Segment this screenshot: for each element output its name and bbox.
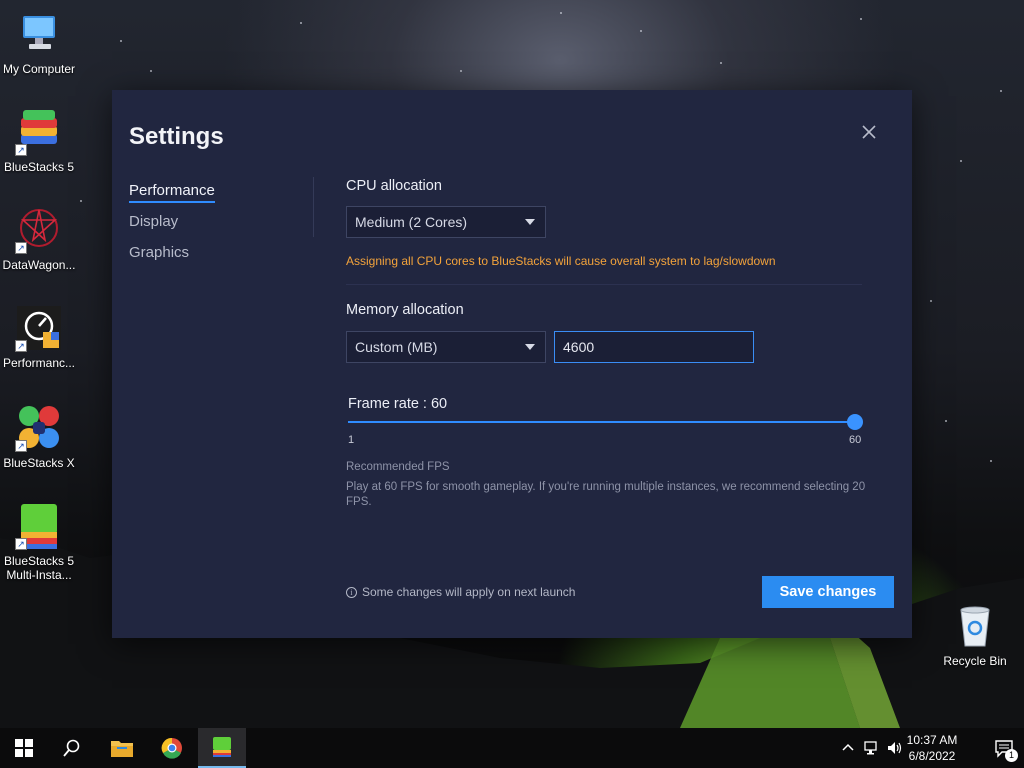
save-changes-button[interactable]: Save changes (762, 576, 894, 608)
taskbar-bluestacks-multi-instance[interactable] (198, 728, 246, 768)
recommended-fps-title: Recommended FPS (346, 461, 450, 473)
folder-icon (111, 741, 133, 757)
computer-icon (15, 10, 63, 58)
desktop-icon-bluestacks-5[interactable]: ↗ BlueStacks 5 (0, 108, 78, 174)
memory-custom-input[interactable] (554, 331, 754, 363)
frame-rate-slider-track[interactable] (348, 421, 856, 423)
desktop-icon-bluestacks-multi-instance[interactable]: ↗ BlueStacks 5 Multi-Insta... (0, 502, 78, 582)
clock-date: 6/8/2022 (908, 749, 956, 763)
recommended-fps-description: Play at 60 FPS for smooth gameplay. If y… (346, 481, 866, 508)
memory-allocation-label: Memory allocation (346, 302, 464, 318)
desktop-icon-label: DataWagon... (2, 258, 76, 272)
nav-item-performance[interactable]: Performance (129, 182, 215, 213)
memory-selected-value: Custom (MB) (355, 339, 438, 355)
nav-item-label: Graphics (129, 244, 190, 261)
nav-item-graphics[interactable]: Graphics (129, 244, 215, 275)
multi-instance-icon: ↗ (15, 502, 63, 550)
performance-icon: ↗ (15, 304, 63, 352)
desktop-icon-label: BlueStacks 5 Multi-Insta... (3, 554, 75, 582)
desktop-icon-label: BlueStacks 5 (3, 160, 75, 174)
chevron-down-icon (525, 344, 535, 350)
settings-nav: Performance Display Graphics (129, 182, 215, 275)
nav-item-label: Performance (129, 182, 215, 203)
frame-rate-slider-thumb[interactable] (847, 414, 863, 430)
memory-allocation-select[interactable]: Custom (MB) (346, 331, 546, 363)
notification-count-badge: 1 (1005, 749, 1018, 762)
desktop-icon-performance[interactable]: ↗ Performanc... (0, 304, 78, 370)
multi-instance-icon (213, 737, 231, 757)
cpu-allocation-select[interactable]: Medium (2 Cores) (346, 206, 546, 238)
taskbar-clock[interactable]: 10:37 AM 6/8/2022 (902, 732, 962, 764)
frame-rate-label: Frame rate : 60 (348, 396, 448, 412)
desktop-icon-datawagon[interactable]: ↗ DataWagon... (0, 206, 78, 272)
nav-item-display[interactable]: Display (129, 213, 215, 244)
search-icon (63, 739, 80, 757)
shortcut-arrow-icon: ↗ (15, 440, 27, 452)
desktop-icon-label: BlueStacks X (3, 456, 75, 470)
frame-rate-max-label: 60 (849, 434, 862, 446)
notifications-icon[interactable]: 1 (994, 738, 1018, 762)
shortcut-arrow-icon: ↗ (15, 144, 27, 156)
nav-divider (313, 177, 314, 237)
taskbar-chrome[interactable] (148, 728, 196, 768)
desktop-icon-bluestacks-x[interactable]: ↗ BlueStacks X (0, 404, 78, 470)
taskbar-file-explorer[interactable] (98, 728, 146, 768)
desktop-icon-label: My Computer (2, 62, 76, 76)
network-icon[interactable] (864, 740, 880, 756)
desktop-icon-recycle-bin[interactable]: Recycle Bin (936, 602, 1014, 668)
windows-icon (15, 739, 33, 757)
restart-note-text: Some changes will apply on next launch (362, 585, 576, 599)
cpu-selected-value: Medium (2 Cores) (355, 214, 468, 230)
shortcut-arrow-icon: ↗ (15, 242, 27, 254)
desktop-icon-label: Performanc... (2, 356, 76, 370)
taskbar: 10:37 AM 6/8/2022 1 (0, 728, 1024, 768)
datawagon-icon: ↗ (15, 206, 63, 254)
bluestacks-icon: ↗ (15, 108, 63, 156)
system-tray: 10:37 AM 6/8/2022 1 (824, 728, 1024, 768)
recycle-bin-icon (951, 602, 999, 650)
restart-note: i Some changes will apply on next launch (346, 585, 575, 599)
search-button[interactable] (48, 728, 96, 768)
start-button[interactable] (0, 728, 48, 768)
desktop-icon-label: Recycle Bin (943, 654, 1007, 668)
dialog-title: Settings (129, 123, 224, 150)
shortcut-arrow-icon: ↗ (15, 538, 27, 550)
chrome-icon (161, 737, 182, 759)
close-icon[interactable] (860, 123, 878, 141)
cpu-allocation-label: CPU allocation (346, 178, 442, 194)
section-divider (346, 284, 862, 285)
desktop-icon-my-computer[interactable]: My Computer (0, 10, 78, 76)
clock-time: 10:37 AM (906, 733, 958, 747)
chevron-up-icon[interactable] (840, 740, 856, 756)
bluestacks-x-icon: ↗ (15, 404, 63, 452)
nav-item-label: Display (129, 213, 179, 230)
shortcut-arrow-icon: ↗ (15, 340, 27, 352)
chevron-down-icon (525, 219, 535, 225)
frame-rate-min-label: 1 (348, 434, 355, 446)
volume-icon[interactable] (886, 740, 902, 756)
settings-dialog: Settings Performance Display Graphics CP… (112, 90, 912, 638)
cpu-warning-text: Assigning all CPU cores to BlueStacks wi… (346, 254, 776, 268)
info-icon: i (346, 586, 357, 598)
